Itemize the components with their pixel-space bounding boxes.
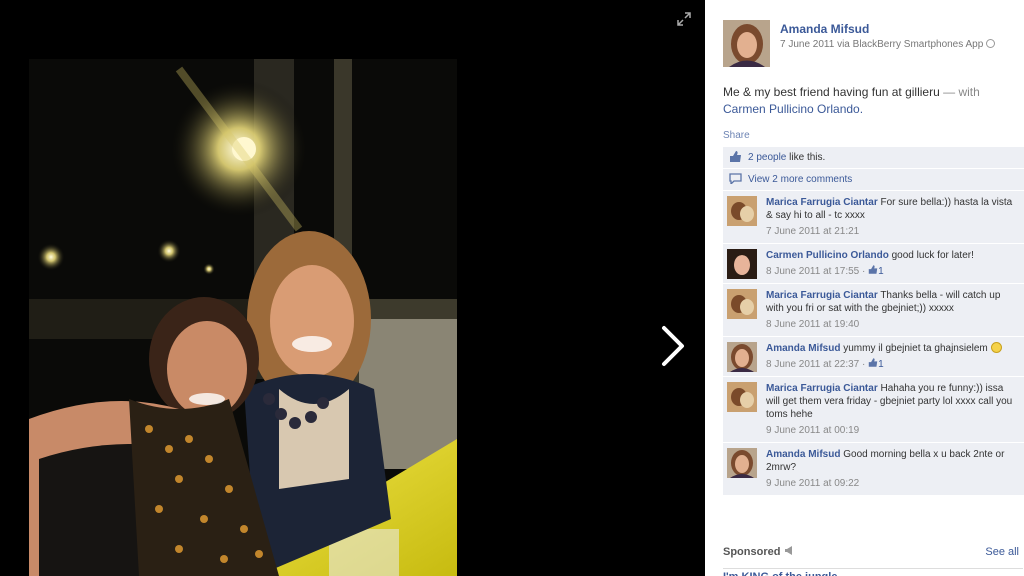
tagged-friend-link[interactable]: Carmen Pullicino Orlando. [723,102,863,116]
comment-time[interactable]: 8 June 2011 at 17:55 · [766,266,865,277]
with-label: — with [943,85,980,99]
post-caption: Me & my best friend having fun at gillie… [723,84,1013,118]
comment-author[interactable]: Marica Farrugia Ciantar [766,197,878,208]
comment-like-number: 1 [878,266,884,277]
comment-like-number: 1 [878,359,884,370]
comment: Marica Farrugia Ciantar For sure bella:)… [723,191,1024,244]
expand-icon[interactable] [677,12,691,26]
photo-details-panel: Amanda Mifsud 7 June 2011 via BlackBerry… [705,0,1024,576]
comment-time[interactable]: 8 June 2011 at 22:37 · [766,359,865,370]
comment-bubble-icon [729,173,742,186]
thumbs-up-icon[interactable] [729,151,742,162]
comment-author[interactable]: Marica Farrugia Ciantar [766,383,878,394]
sponsored-header: Sponsored See all [723,546,1023,558]
comment: Amanda Mifsud Good morning bella x u bac… [723,443,1024,496]
globe-icon [986,39,996,48]
chevron-right-icon[interactable] [656,322,690,370]
post-meta: 7 June 2011 via BlackBerry Smartphones A… [780,39,996,50]
comment-text: good luck for later! [891,250,974,261]
thumbs-up-icon [868,265,878,274]
smiley-emoticon-icon [990,342,1002,353]
comment-time[interactable]: 8 June 2011 at 19:40 [766,318,1019,331]
avatar[interactable] [727,382,757,412]
avatar[interactable] [727,448,757,478]
see-all-link[interactable]: See all [985,546,1019,558]
comment-author[interactable]: Marica Farrugia Ciantar [766,290,878,301]
likes-suffix: like this. [789,152,826,163]
comment-like-count[interactable]: 1 [868,358,884,370]
comment: Carmen Pullicino Orlando good luck for l… [723,244,1024,284]
comment-time[interactable]: 9 June 2011 at 09:22 [766,477,1019,490]
comment-meta: 8 June 2011 at 17:55 · 1 [766,265,1019,278]
share-link[interactable]: Share [723,130,750,141]
ad-title-link[interactable]: I'm KING of the jungle [723,568,1023,576]
megaphone-icon [784,546,792,555]
view-more-comments-label: View 2 more comments [748,174,853,185]
feedback-box: 2 people like this. View 2 more comments… [723,147,1024,496]
photo-stage [0,0,705,576]
thumbs-up-icon [868,358,878,367]
avatar[interactable] [723,20,770,67]
avatar[interactable] [727,342,757,372]
post-author-name[interactable]: Amanda Mifsud [780,22,869,36]
avatar[interactable] [727,289,757,319]
post-meta-text: 7 June 2011 via BlackBerry Smartphones A… [780,39,984,50]
comment-time[interactable]: 9 June 2011 at 00:19 [766,424,1019,437]
comment-author[interactable]: Amanda Mifsud [766,449,840,460]
comment-author[interactable]: Carmen Pullicino Orlando [766,250,889,261]
post-caption-text: Me & my best friend having fun at gillie… [723,85,940,99]
likes-row: 2 people like this. [723,147,1024,169]
comment-meta: 8 June 2011 at 22:37 · 1 [766,358,1019,371]
comment: Marica Farrugia Ciantar Hahaha you re fu… [723,377,1024,443]
view-more-comments[interactable]: View 2 more comments [723,169,1024,191]
comment: Amanda Mifsud yummy il gbejniet ta ghajn… [723,337,1024,377]
comment-text: yummy il gbejniet ta ghajnsielem [843,343,988,354]
avatar[interactable] [727,249,757,279]
comment-time[interactable]: 7 June 2011 at 21:21 [766,225,1019,238]
sponsored-label: Sponsored [723,546,781,558]
avatar[interactable] [727,196,757,226]
comment: Marica Farrugia Ciantar Thanks bella - w… [723,284,1024,337]
post-header: Amanda Mifsud 7 June 2011 via BlackBerry… [723,20,1023,70]
likes-count[interactable]: 2 people [748,152,786,163]
comment-like-count[interactable]: 1 [868,265,884,277]
photo [29,59,457,576]
comment-author[interactable]: Amanda Mifsud [766,343,840,354]
